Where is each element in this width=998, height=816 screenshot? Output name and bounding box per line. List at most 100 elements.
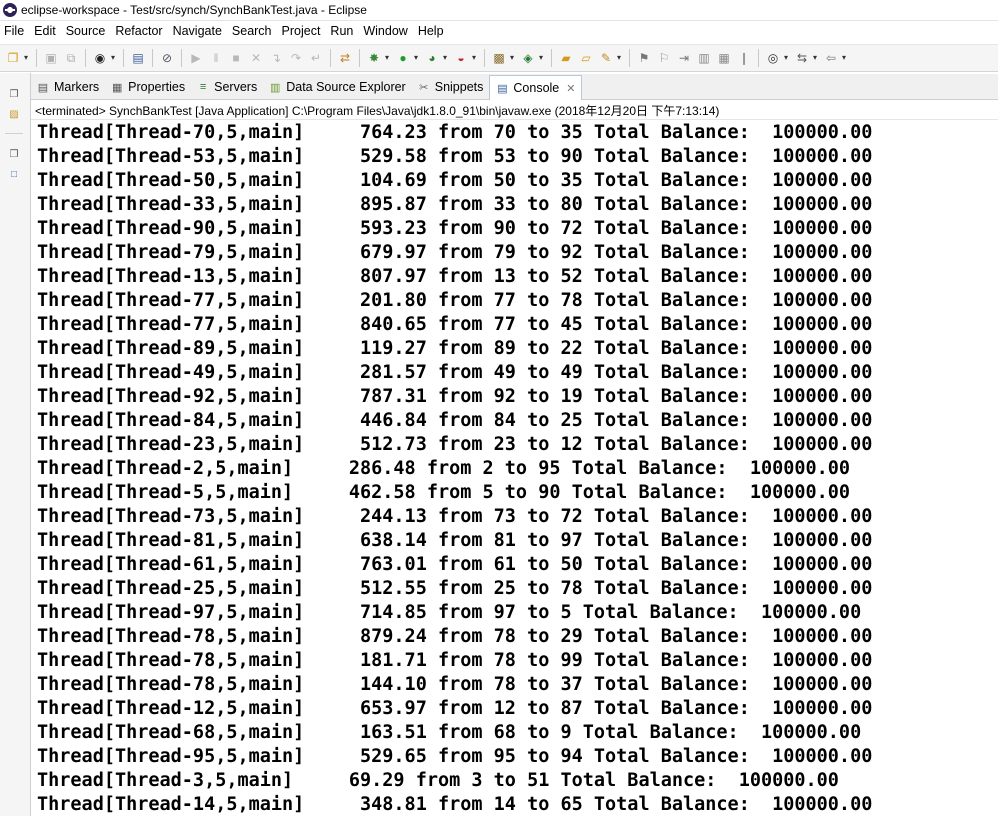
run-icon[interactable]: ● xyxy=(395,50,411,66)
console-line: Thread[Thread-50,5,main] 104.69 from 50 … xyxy=(37,170,873,191)
restore-icon[interactable]: ❐ xyxy=(7,147,21,161)
step-into-icon[interactable]: ↴ xyxy=(268,50,284,66)
terminate-icon[interactable]: ■ xyxy=(228,50,244,66)
tab-data-source-explorer[interactable]: ▥ Data Source Explorer xyxy=(263,75,412,99)
console-line: Thread[Thread-97,5,main] 714.85 from 97 … xyxy=(37,602,862,623)
menu-search[interactable]: Search xyxy=(228,24,278,38)
console-line: Thread[Thread-53,5,main] 529.58 from 53 … xyxy=(37,146,873,167)
console-line: Thread[Thread-61,5,main] 763.01 from 61 … xyxy=(37,554,873,575)
next-annotation-icon[interactable]: ⚑ xyxy=(636,50,652,66)
title-bar: eclipse-workspace - Test/src/synch/Synch… xyxy=(0,0,998,21)
search-icon[interactable]: ✎ xyxy=(598,50,614,66)
console-line: Thread[Thread-78,5,main] 879.24 from 78 … xyxy=(37,626,873,647)
toolbar-separator xyxy=(123,49,124,67)
profile-icon[interactable]: ◉ xyxy=(92,50,108,66)
open-console-icon[interactable]: ▤ xyxy=(130,50,146,66)
left-trim-bar: ❐ ▨ ❐ □ xyxy=(0,73,31,816)
menu-bar: File Edit Source Refactor Navigate Searc… xyxy=(0,21,998,40)
tab-servers[interactable]: ≡ Servers xyxy=(191,75,263,99)
menu-window[interactable]: Window xyxy=(359,24,413,38)
resume-icon[interactable]: ▶ xyxy=(188,50,204,66)
console-line: Thread[Thread-73,5,main] 244.13 from 73 … xyxy=(37,506,873,527)
step-return-icon[interactable]: ↵ xyxy=(308,50,324,66)
step-over-icon[interactable]: ↷ xyxy=(288,50,304,66)
navigate-dropdown-arrow[interactable]: ▾ xyxy=(840,50,848,66)
menu-project[interactable]: Project xyxy=(278,24,327,38)
toolbar-separator xyxy=(758,49,759,67)
menu-file[interactable]: File xyxy=(0,24,30,38)
package-explorer-icon[interactable]: ▨ xyxy=(7,107,21,121)
menu-edit[interactable]: Edit xyxy=(30,24,62,38)
menu-run[interactable]: Run xyxy=(326,24,359,38)
menu-help[interactable]: Help xyxy=(414,24,450,38)
search-dropdown-arrow[interactable]: ▾ xyxy=(615,50,623,66)
close-icon[interactable]: ✕ xyxy=(566,82,575,95)
tab-snippets[interactable]: ✂ Snippets xyxy=(412,75,490,99)
snippets-icon: ✂ xyxy=(419,81,429,94)
console-line: Thread[Thread-92,5,main] 787.31 from 92 … xyxy=(37,386,873,407)
new-class-icon[interactable]: ◈ xyxy=(520,50,536,66)
coverage-dropdown-arrow[interactable]: ▾ xyxy=(441,50,449,66)
menu-source[interactable]: Source xyxy=(62,24,112,38)
debug-dropdown-arrow[interactable]: ▾ xyxy=(383,50,391,66)
navigate-icon[interactable]: ⇦ xyxy=(823,50,839,66)
open-task-icon[interactable]: ▱ xyxy=(578,50,594,66)
markers-icon: ▤ xyxy=(37,81,49,94)
tab-markers[interactable]: ▤ Markers xyxy=(31,75,105,99)
back-icon[interactable]: ▥ xyxy=(696,50,712,66)
web-browser-dropdown-arrow[interactable]: ▾ xyxy=(782,50,790,66)
console-line: Thread[Thread-12,5,main] 653.97 from 12 … xyxy=(37,698,873,719)
console-line: Thread[Thread-33,5,main] 895.87 from 33 … xyxy=(37,194,873,215)
restore-icon[interactable]: ❐ xyxy=(7,87,21,101)
perspective-dropdown-arrow[interactable]: ▾ xyxy=(811,50,819,66)
new-java-project-dropdown-arrow[interactable]: ▾ xyxy=(508,50,516,66)
console-line: Thread[Thread-5,5,main] 462.58 from 5 to… xyxy=(37,482,851,503)
external-tools-icon[interactable]: ◒ xyxy=(453,50,469,66)
profile-dropdown-arrow[interactable]: ▾ xyxy=(109,50,117,66)
console-line: Thread[Thread-77,5,main] 201.80 from 77 … xyxy=(37,290,873,311)
new-java-project-icon[interactable]: ▩ xyxy=(491,50,507,66)
skip-breakpoints-icon[interactable]: ⊘ xyxy=(159,50,175,66)
console-line: Thread[Thread-49,5,main] 281.57 from 49 … xyxy=(37,362,873,383)
pin-icon[interactable]: ❙ xyxy=(736,50,752,66)
disconnect-icon[interactable]: ✕ xyxy=(248,50,264,66)
save-all-icon[interactable]: ⧉ xyxy=(63,50,79,66)
tab-properties[interactable]: ▦ Properties xyxy=(105,75,191,99)
tab-label: Snippets xyxy=(434,80,484,94)
last-edit-icon[interactable]: ⇥ xyxy=(676,50,692,66)
tab-console[interactable]: ▤ Console ✕ xyxy=(489,75,583,100)
use-step-filters-icon[interactable]: ⇄ xyxy=(337,50,353,66)
new-dropdown-arrow[interactable]: ▾ xyxy=(22,50,30,66)
run-dropdown-arrow[interactable]: ▾ xyxy=(412,50,420,66)
view-tab-bar: ▤ Markers ▦ Properties ≡ Servers ▥ Data … xyxy=(31,74,998,100)
debug-icon[interactable]: ✸ xyxy=(366,50,382,66)
console-line: Thread[Thread-13,5,main] 807.97 from 13 … xyxy=(37,266,873,287)
open-type-icon[interactable]: ▰ xyxy=(558,50,574,66)
external-tools-dropdown-arrow[interactable]: ▾ xyxy=(470,50,478,66)
new-class-dropdown-arrow[interactable]: ▾ xyxy=(537,50,545,66)
new-icon[interactable]: ❐ xyxy=(5,50,21,66)
console-line: Thread[Thread-89,5,main] 119.27 from 89 … xyxy=(37,338,873,359)
menu-refactor[interactable]: Refactor xyxy=(111,24,168,38)
toolbar-separator xyxy=(484,49,485,67)
tab-label: Servers xyxy=(214,80,258,94)
coverage-icon[interactable]: ◕ xyxy=(424,50,440,66)
console-line: Thread[Thread-2,5,main] 286.48 from 2 to… xyxy=(37,458,851,479)
tab-label: Markers xyxy=(54,80,100,94)
console-line: Thread[Thread-23,5,main] 512.73 from 23 … xyxy=(37,434,873,455)
forward-icon[interactable]: ▦ xyxy=(716,50,732,66)
previous-annotation-icon[interactable]: ⚐ xyxy=(656,50,672,66)
perspective-icon[interactable]: ⇆ xyxy=(794,50,810,66)
web-browser-icon[interactable]: ◎ xyxy=(765,50,781,66)
toolbar-separator xyxy=(181,49,182,67)
console-line: Thread[Thread-14,5,main] 348.81 from 14 … xyxy=(37,794,873,815)
data-source-explorer-icon: ▥ xyxy=(270,81,281,94)
toolbar-separator xyxy=(359,49,360,67)
console-line: Thread[Thread-95,5,main] 529.65 from 95 … xyxy=(37,746,873,767)
suspend-icon[interactable]: ‖ xyxy=(208,50,224,66)
save-icon[interactable]: ▣ xyxy=(43,50,59,66)
outline-icon[interactable]: □ xyxy=(7,167,21,181)
console-line: Thread[Thread-84,5,main] 446.84 from 84 … xyxy=(37,410,873,431)
console-output[interactable]: Thread[Thread-70,5,main] 764.23 from 70 … xyxy=(31,121,998,816)
menu-navigate[interactable]: Navigate xyxy=(169,24,228,38)
